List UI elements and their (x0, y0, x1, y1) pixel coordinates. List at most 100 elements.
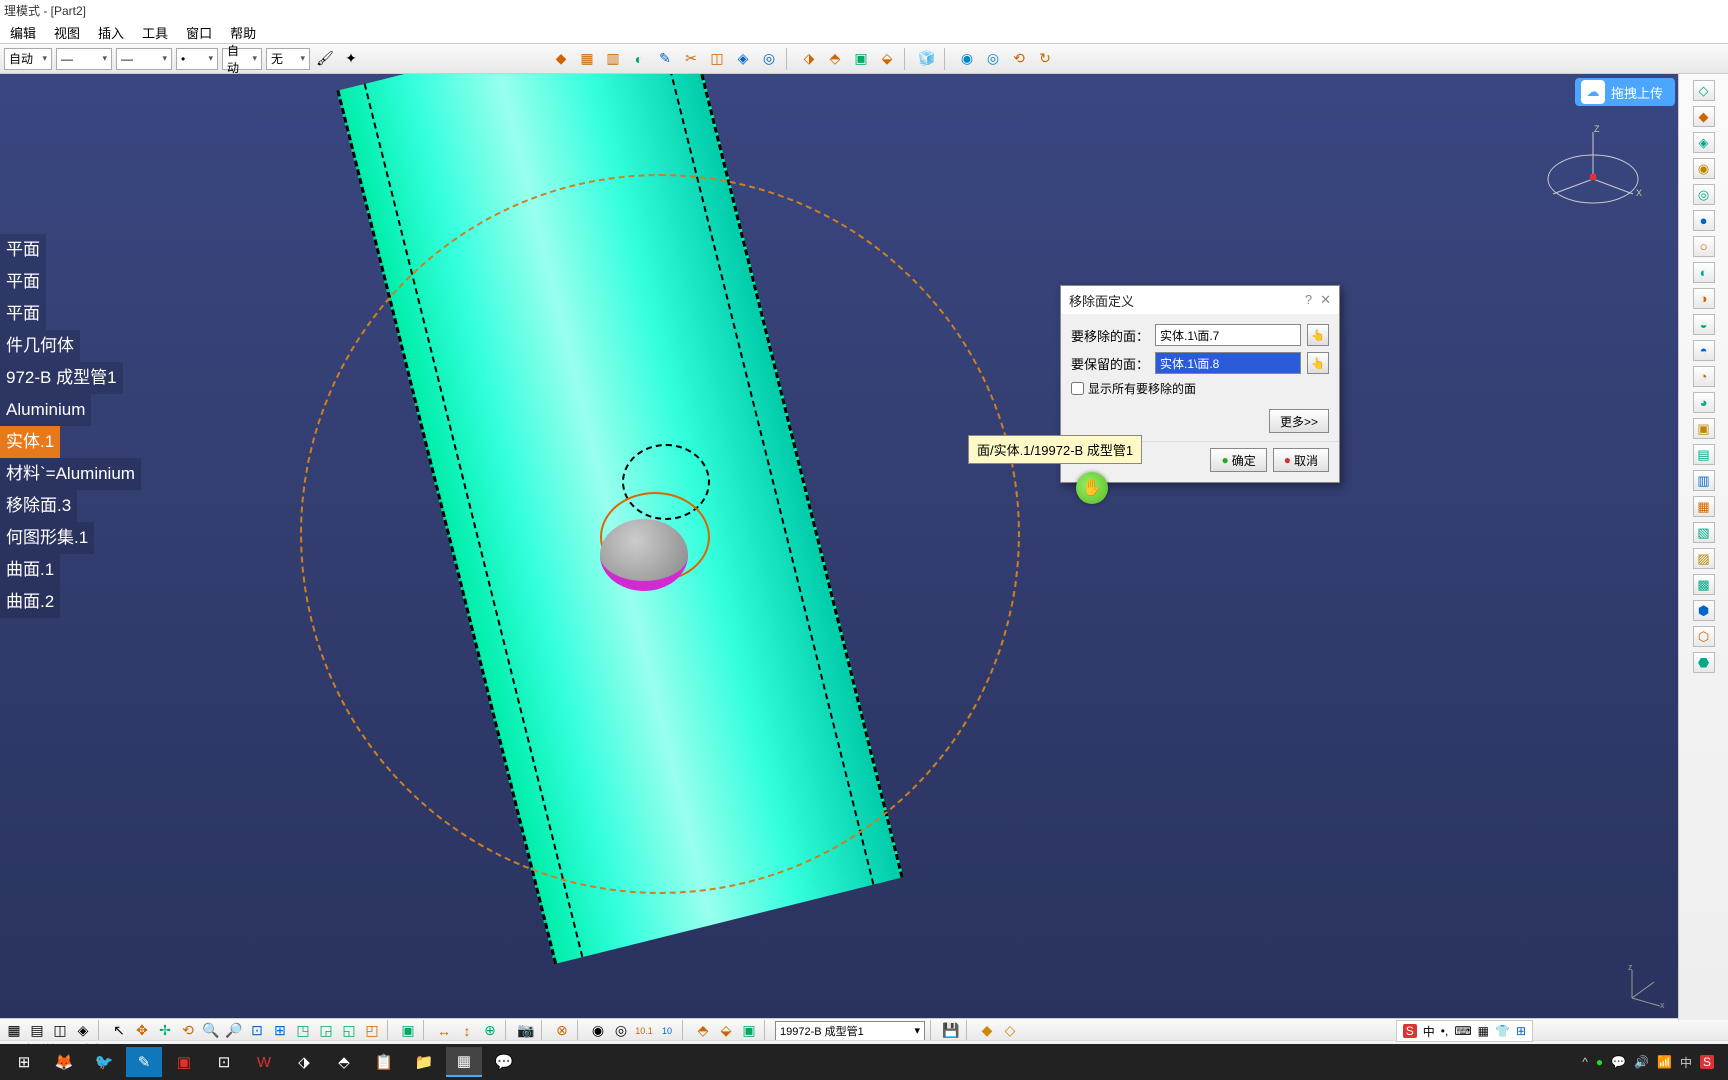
combo-auto2[interactable]: 自动 (222, 48, 262, 70)
pan-icon[interactable]: ✢ (155, 1021, 175, 1041)
btool-icon[interactable]: 10 (657, 1021, 677, 1041)
app-icon[interactable]: ⬗ (286, 1047, 322, 1077)
rtool-icon[interactable]: ◆ (1693, 106, 1715, 127)
catia-icon[interactable]: ▦ (446, 1047, 482, 1077)
ime-icon[interactable]: 👕 (1495, 1024, 1510, 1038)
btool-icon[interactable]: ◎ (611, 1021, 631, 1041)
system-tray[interactable]: ^ ● 💬 🔊 📶 中 S (1582, 1054, 1722, 1071)
pick-icon[interactable]: 👆 (1307, 352, 1329, 374)
measure-icon[interactable]: ↔ (434, 1021, 454, 1041)
menu-tools[interactable]: 工具 (136, 21, 174, 44)
rtool-icon[interactable]: ▤ (1693, 444, 1715, 465)
combo-none[interactable]: 无 (266, 48, 310, 70)
faces-to-keep-input[interactable]: 实体.1\面.8 (1155, 352, 1301, 374)
rtool-icon[interactable]: ◓ (1693, 340, 1715, 361)
tool-i[interactable]: ◎ (758, 48, 780, 70)
app-icon[interactable]: ✎ (126, 1047, 162, 1077)
tool-d[interactable]: ◐ (628, 48, 650, 70)
btool-icon[interactable]: ◆ (977, 1021, 997, 1041)
rtool-icon[interactable]: ◑ (1693, 288, 1715, 309)
rtool-icon[interactable]: ◒ (1693, 314, 1715, 335)
fit-icon[interactable]: ✥ (132, 1021, 152, 1041)
tree-item[interactable]: 曲面.1 (0, 554, 60, 586)
cancel-button[interactable]: ●取消 (1273, 448, 1329, 472)
ime-grid-icon[interactable]: ⊞ (1516, 1024, 1526, 1038)
hole-face[interactable] (600, 519, 688, 591)
tray-icon[interactable]: 📶 (1657, 1055, 1672, 1069)
tool-j[interactable]: ⬗ (798, 48, 820, 70)
tool-c[interactable]: ▥ (602, 48, 624, 70)
tree-item[interactable]: 材料`=Aluminium (0, 458, 141, 490)
rtool-icon[interactable]: ◕ (1693, 392, 1715, 413)
save-icon[interactable]: 💾 (941, 1021, 961, 1041)
app-icon[interactable]: ▣ (166, 1047, 202, 1077)
explorer-icon[interactable]: 📁 (406, 1047, 442, 1077)
rtool-icon[interactable]: ▨ (1693, 548, 1715, 569)
wechat-icon[interactable]: 💬 (486, 1047, 522, 1077)
rtool-icon[interactable]: ⬡ (1693, 626, 1715, 647)
tree-item[interactable]: 972-B 成型管1 (0, 362, 123, 394)
rotate-icon[interactable]: ⟲ (178, 1021, 198, 1041)
rtool-icon[interactable]: ◉ (1693, 158, 1715, 179)
combo-auto[interactable]: 自动 (4, 48, 52, 70)
tool-m[interactable]: ⬙ (876, 48, 898, 70)
btool-icon[interactable]: ⬙ (716, 1021, 736, 1041)
menu-window[interactable]: 窗口 (180, 21, 218, 44)
tool-o[interactable]: ◉ (956, 48, 978, 70)
viewport[interactable]: 平面 平面 平面 件几何体 972-B 成型管1 Aluminium 实体.1 … (0, 74, 1728, 1020)
btool-icon[interactable]: ⊗ (552, 1021, 572, 1041)
rtool-icon[interactable]: ⬣ (1693, 652, 1715, 673)
menu-help[interactable]: 帮助 (224, 21, 262, 44)
dialog-titlebar[interactable]: 移除面定义 ? ✕ (1061, 286, 1339, 314)
close-icon[interactable]: ✕ (1320, 292, 1331, 308)
hide-icon[interactable]: ◰ (362, 1021, 382, 1041)
view-compass[interactable]: Z X (1538, 124, 1648, 209)
show-all-checkbox[interactable] (1071, 382, 1084, 395)
rtool-icon[interactable]: ▦ (1693, 496, 1715, 517)
tray-icon[interactable]: ^ (1582, 1055, 1588, 1069)
app-icon[interactable]: ⊡ (206, 1047, 242, 1077)
btool-icon[interactable]: ▣ (739, 1021, 759, 1041)
app-icon[interactable]: 🐦 (86, 1047, 122, 1077)
normal-view-icon[interactable]: ⊡ (247, 1021, 267, 1041)
app-icon[interactable]: 📋 (366, 1047, 402, 1077)
rtool-icon[interactable]: ◇ (1693, 80, 1715, 101)
tool-h[interactable]: ◈ (732, 48, 754, 70)
combo-linestyle1[interactable]: — (56, 48, 112, 70)
rtool-icon[interactable]: ▩ (1693, 574, 1715, 595)
tree-item[interactable]: 平面 (0, 298, 46, 330)
start-icon[interactable]: ⊞ (6, 1047, 42, 1077)
tree-item[interactable]: 平面 (0, 266, 46, 298)
help-icon[interactable]: ? (1305, 292, 1312, 308)
ime-icon[interactable]: •, (1441, 1024, 1449, 1038)
rtool-icon[interactable]: ▧ (1693, 522, 1715, 543)
ok-button[interactable]: ●确定 (1210, 448, 1266, 472)
brush-icon[interactable]: ✦ (340, 48, 362, 70)
btool-icon[interactable]: 10.1 (634, 1021, 654, 1041)
ime-lang[interactable]: 中 (1423, 1023, 1435, 1040)
rtool-icon[interactable]: ⬢ (1693, 600, 1715, 621)
tool-g[interactable]: ◫ (706, 48, 728, 70)
multi-view-icon[interactable]: ⊞ (270, 1021, 290, 1041)
tray-icon[interactable]: 🔊 (1634, 1055, 1649, 1069)
rtool-icon[interactable]: ◎ (1693, 184, 1715, 205)
menu-view[interactable]: 视图 (48, 21, 86, 44)
tree-item[interactable]: Aluminium (0, 394, 91, 426)
rtool-icon[interactable]: ▥ (1693, 470, 1715, 491)
wire-icon[interactable]: ◱ (339, 1021, 359, 1041)
wps-icon[interactable]: W (246, 1047, 282, 1077)
btool-icon[interactable]: ◈ (73, 1021, 93, 1041)
tool-e[interactable]: ✎ (654, 48, 676, 70)
tool-l[interactable]: ▣ (850, 48, 872, 70)
btool-icon[interactable]: ⬘ (693, 1021, 713, 1041)
tool-q[interactable]: ⟲ (1008, 48, 1030, 70)
tree-item[interactable]: 移除面.3 (0, 490, 77, 522)
tree-item[interactable]: 件几何体 (0, 330, 80, 362)
tray-icon[interactable]: 💬 (1611, 1055, 1626, 1069)
app-icon[interactable]: ⬘ (326, 1047, 362, 1077)
menu-insert[interactable]: 插入 (92, 21, 130, 44)
combo-point[interactable]: • (176, 48, 218, 70)
rtool-icon[interactable]: ◔ (1693, 366, 1715, 387)
btool-icon[interactable]: ▤ (27, 1021, 47, 1041)
measure-icon[interactable]: ⊕ (480, 1021, 500, 1041)
